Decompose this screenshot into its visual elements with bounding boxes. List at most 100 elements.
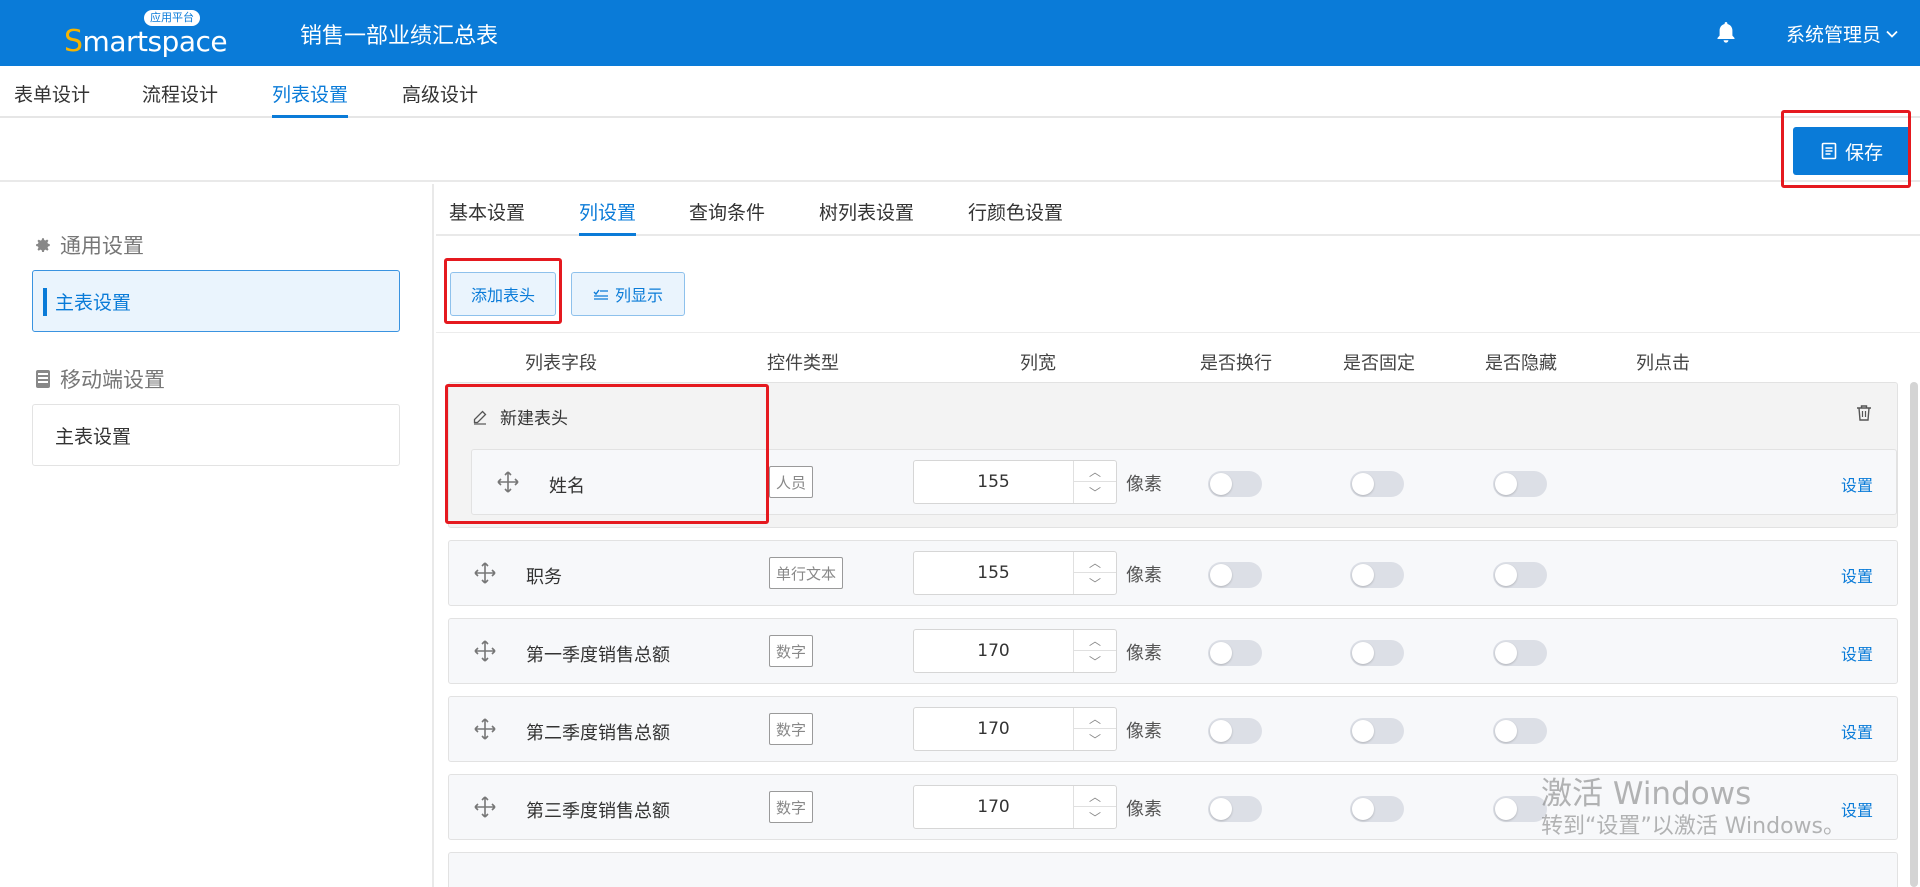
chevron-up-icon[interactable]: ︿ [1074, 552, 1116, 573]
chevron-down-icon [1886, 30, 1898, 38]
tab-query-conditions[interactable]: 查询条件 [689, 198, 765, 236]
page-title: 销售一部业绩汇总表 [300, 24, 499, 49]
width-value[interactable]: 155 [914, 552, 1074, 594]
width-stepper[interactable]: 155 ︿ ﹀ [913, 551, 1117, 595]
tab-advanced-design[interactable]: 高级设计 [402, 80, 478, 118]
chevron-down-icon[interactable]: ﹀ [1074, 807, 1116, 828]
field-name: 第三季度销售总额 [526, 801, 670, 822]
logo-wordmark: martspace [82, 25, 228, 58]
tab-process-design[interactable]: 流程设计 [142, 80, 218, 118]
width-stepper[interactable]: 170 ︿ ﹀ [913, 629, 1117, 673]
table-row: 第一季度销售总额 数字 170 ︿ ﹀ 像素 设置 [448, 618, 1898, 684]
gear-icon [36, 238, 50, 253]
tab-row-color-settings[interactable]: 行颜色设置 [968, 198, 1063, 236]
sidebar-group-mobile: 移动端设置 [34, 364, 165, 394]
width-stepper[interactable]: 170 ︿ ﹀ [913, 707, 1117, 751]
control-type-tag: 数字 [769, 791, 814, 823]
settings-link[interactable]: 设置 [1841, 641, 1873, 665]
field-name: 第二季度销售总额 [526, 723, 670, 744]
column-header-click: 列点击 [1636, 353, 1690, 374]
chevron-down-icon[interactable]: ﹀ [1074, 729, 1116, 750]
chevron-up-icon[interactable]: ︿ [1074, 786, 1116, 807]
chevron-up-icon[interactable]: ︿ [1074, 708, 1116, 729]
fixed-toggle[interactable] [1350, 718, 1404, 744]
drag-handle-icon[interactable] [473, 795, 497, 823]
drag-handle-icon[interactable] [473, 639, 497, 667]
drag-handle-icon[interactable] [473, 717, 497, 745]
action-bar [0, 120, 1920, 182]
fixed-toggle[interactable] [1350, 796, 1404, 822]
chevron-up-icon[interactable]: ︿ [1074, 461, 1116, 482]
logo-letter-s: S [64, 24, 83, 59]
tab-tree-list-settings[interactable]: 树列表设置 [819, 198, 914, 236]
user-menu[interactable]: 系统管理员 [1786, 20, 1899, 47]
settings-link[interactable]: 设置 [1841, 563, 1873, 587]
wrap-toggle[interactable] [1208, 718, 1262, 744]
tab-column-settings[interactable]: 列设置 [579, 198, 637, 236]
app-logo[interactable]: Smartspace 应用平台 [64, 10, 228, 59]
control-type-tag: 数字 [769, 635, 814, 667]
hidden-toggle[interactable] [1493, 718, 1547, 744]
highlight-save [1781, 110, 1911, 188]
settings-link[interactable]: 设置 [1841, 719, 1873, 743]
width-value[interactable]: 170 [914, 786, 1074, 828]
vertical-scrollbar[interactable] [1910, 382, 1918, 887]
unit-label: 像素 [1126, 474, 1162, 495]
wrap-toggle[interactable] [1208, 640, 1262, 666]
column-display-label: 列显示 [614, 286, 663, 305]
main-tabs: 表单设计 流程设计 列表设置 高级设计 [0, 66, 1920, 118]
hidden-toggle[interactable] [1493, 471, 1547, 497]
width-stepper[interactable]: 155 ︿ ﹀ [913, 460, 1117, 504]
sidebar-item-label: 主表设置 [55, 291, 132, 314]
fixed-toggle[interactable] [1350, 640, 1404, 666]
trash-icon[interactable] [1856, 404, 1872, 426]
table-row-partial [448, 852, 1898, 887]
sidebar-item-label: 主表设置 [55, 425, 132, 448]
table-row: 职务 单行文本 155 ︿ ﹀ 像素 设置 [448, 540, 1898, 606]
tab-form-design[interactable]: 表单设计 [14, 80, 90, 118]
drag-handle-icon[interactable] [473, 561, 497, 589]
table-header: 列表字段 控件类型 列宽 是否换行 是否固定 是否隐藏 列点击 [436, 332, 1920, 382]
width-value[interactable]: 170 [914, 630, 1074, 672]
settings-link[interactable]: 设置 [1841, 797, 1873, 821]
logo-badge: 应用平台 [144, 10, 200, 26]
hidden-toggle[interactable] [1493, 640, 1547, 666]
unit-label: 像素 [1126, 721, 1162, 742]
unit-label: 像素 [1126, 643, 1162, 664]
tab-basic-settings[interactable]: 基本设置 [449, 198, 525, 236]
width-value[interactable]: 155 [914, 461, 1074, 503]
chevron-down-icon[interactable]: ﹀ [1074, 651, 1116, 672]
tab-list-settings[interactable]: 列表设置 [272, 80, 349, 118]
wrap-toggle[interactable] [1208, 471, 1262, 497]
bell-icon[interactable] [1714, 20, 1738, 44]
sidebar-group-mobile-label: 移动端设置 [60, 368, 165, 392]
table-row: 第二季度销售总额 数字 170 ︿ ﹀ 像素 设置 [448, 696, 1898, 762]
unit-label: 像素 [1126, 565, 1162, 586]
sidebar-item-main-table[interactable]: 主表设置 [32, 270, 400, 332]
width-value[interactable]: 170 [914, 708, 1074, 750]
chevron-down-icon[interactable]: ﹀ [1074, 573, 1116, 594]
wrap-toggle[interactable] [1208, 796, 1262, 822]
control-type-tag: 人员 [769, 466, 814, 498]
hidden-toggle[interactable] [1493, 796, 1547, 822]
hidden-toggle[interactable] [1493, 562, 1547, 588]
highlight-new-header [445, 384, 769, 524]
control-type-tag: 单行文本 [769, 557, 844, 589]
list-check-icon [593, 289, 608, 300]
windows-activation-hint: 转到“设置”以激活 Windows。 [1541, 814, 1845, 839]
top-header: Smartspace 应用平台 销售一部业绩汇总表 系统管理员 [0, 0, 1920, 66]
settings-link[interactable]: 设置 [1841, 472, 1873, 496]
column-header-field: 列表字段 [525, 353, 597, 374]
fixed-toggle[interactable] [1350, 562, 1404, 588]
column-header-width: 列宽 [1020, 353, 1056, 374]
sidebar-item-mobile-main-table[interactable]: 主表设置 [32, 404, 400, 466]
chevron-up-icon[interactable]: ︿ [1074, 630, 1116, 651]
wrap-toggle[interactable] [1208, 562, 1262, 588]
width-stepper[interactable]: 170 ︿ ﹀ [913, 785, 1117, 829]
chevron-down-icon[interactable]: ﹀ [1074, 482, 1116, 503]
column-header-wrap: 是否换行 [1200, 353, 1272, 374]
column-display-button[interactable]: 列显示 [571, 272, 685, 316]
fixed-toggle[interactable] [1350, 471, 1404, 497]
control-type-tag: 数字 [769, 713, 814, 745]
sub-tabs: 基本设置 列设置 查询条件 树列表设置 行颜色设置 [436, 184, 1920, 236]
